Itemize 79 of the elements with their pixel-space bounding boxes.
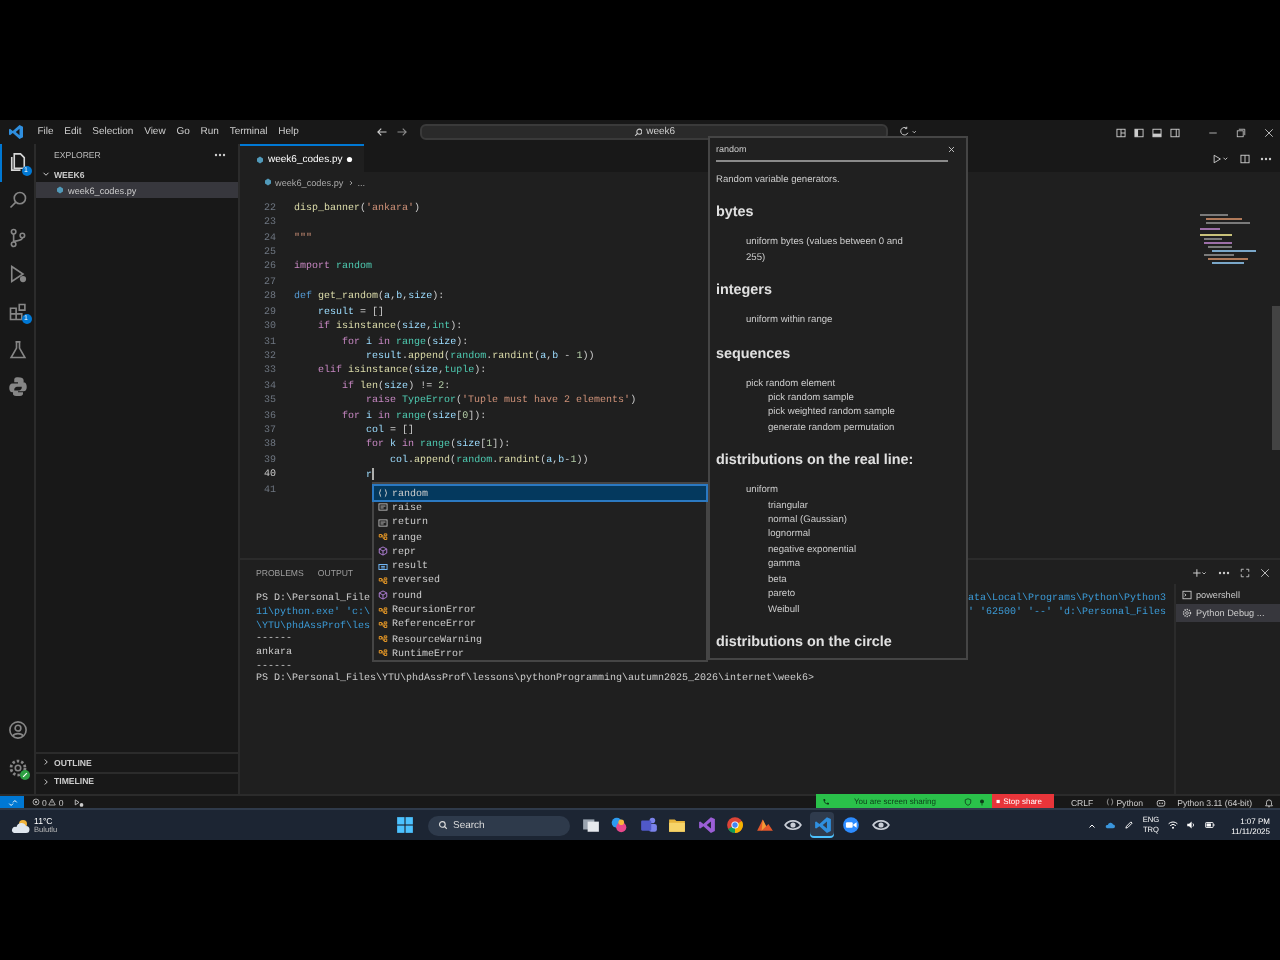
gear-icon[interactable]: [8, 757, 28, 778]
keyword-icon: [378, 517, 388, 528]
back-arrow-icon[interactable]: [376, 126, 389, 138]
start-button[interactable]: [392, 813, 416, 837]
account-icon[interactable]: [8, 719, 28, 740]
class-icon: [378, 575, 388, 586]
class-icon: [378, 648, 388, 659]
layout-icon[interactable]: [1116, 127, 1126, 137]
python-file-icon: [256, 155, 264, 163]
minimize-icon[interactable]: [1208, 127, 1218, 137]
split-editor-icon[interactable]: [1240, 153, 1250, 163]
cloud-icon[interactable]: [1104, 820, 1117, 830]
peak-icon[interactable]: [755, 816, 773, 834]
battery-icon[interactable]: [1203, 820, 1216, 830]
ribbon-icon[interactable]: [697, 816, 715, 834]
eye-icon[interactable]: [784, 816, 802, 834]
class-icon: [378, 619, 388, 630]
cube-icon: [378, 546, 388, 557]
error-icon: [32, 798, 40, 806]
scrollbar-thumb[interactable]: [1272, 306, 1280, 450]
close-icon[interactable]: [947, 145, 954, 153]
ribbon-icon[interactable]: [813, 816, 831, 834]
close-icon[interactable]: [1260, 567, 1270, 577]
cube-icon: [378, 590, 388, 601]
speaker-icon[interactable]: [1185, 820, 1196, 830]
pin-icon[interactable]: [978, 797, 986, 805]
restore-icon[interactable]: [1236, 127, 1246, 137]
cloud-icon: [10, 817, 30, 833]
braces-icon: [378, 488, 388, 499]
bottom-panel-icon[interactable]: [1152, 127, 1162, 137]
sparkle-refresh-icon[interactable]: [900, 126, 919, 138]
minimap[interactable]: [1200, 212, 1256, 268]
snake-icon[interactable]: [8, 376, 28, 397]
gear-icon: [1182, 608, 1192, 618]
branch-icon[interactable]: [8, 227, 28, 248]
class-icon: [378, 634, 388, 645]
windows-stack-icon[interactable]: [581, 816, 599, 834]
plus-icon[interactable]: [1192, 567, 1208, 577]
shield-icon[interactable]: [964, 797, 972, 805]
pen-icon[interactable]: [1124, 820, 1135, 830]
python-file-icon: [264, 178, 272, 186]
forward-arrow-icon[interactable]: [396, 126, 409, 138]
more-icon[interactable]: [214, 152, 226, 158]
flask-icon[interactable]: [8, 339, 28, 360]
people-icon[interactable]: [639, 816, 657, 834]
app-logo-icon: [8, 124, 24, 140]
robot-face-icon[interactable]: [1155, 797, 1166, 807]
remote-icon: [7, 797, 17, 807]
terminal-icon: [1182, 590, 1192, 600]
run-icon[interactable]: [1212, 153, 1230, 163]
more-icon[interactable]: [1218, 569, 1230, 575]
right-panel-icon[interactable]: [1170, 127, 1180, 137]
folder-icon[interactable]: [668, 816, 686, 834]
more-icon[interactable]: [1260, 155, 1272, 161]
search-icon: [437, 820, 447, 830]
class-icon: [378, 605, 388, 616]
pen-badge-icon: [19, 770, 29, 780]
swirl-icon[interactable]: [610, 816, 628, 834]
phone-icon: [822, 797, 830, 805]
bell-icon[interactable]: [1264, 797, 1274, 807]
class-icon: [378, 532, 388, 543]
camera-icon[interactable]: [842, 816, 860, 834]
maximize-icon[interactable]: [1240, 567, 1250, 577]
tricolor-circle-icon[interactable]: [726, 816, 744, 834]
debug-icon[interactable]: [73, 797, 84, 807]
search-icon: [633, 127, 643, 137]
search-icon[interactable]: [8, 190, 28, 211]
wifi-icon[interactable]: [1167, 820, 1178, 830]
left-panel-icon[interactable]: [1134, 127, 1144, 137]
blocks-icon[interactable]: [8, 302, 28, 323]
warning-icon: [48, 798, 57, 806]
eye-icon[interactable]: [871, 816, 889, 834]
close-icon[interactable]: [1264, 127, 1274, 137]
play-bug-icon[interactable]: [8, 264, 28, 285]
windows-icon: [395, 816, 413, 834]
files-icon[interactable]: [8, 152, 28, 173]
variable-icon: [378, 561, 388, 572]
python-file-icon: [56, 186, 64, 194]
keyword-icon: [378, 502, 388, 513]
